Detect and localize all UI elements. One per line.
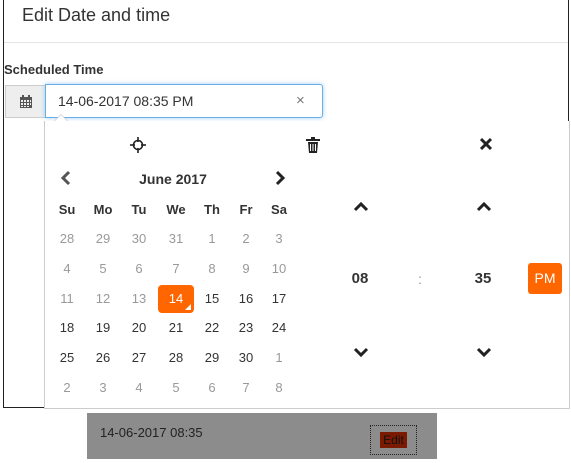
picker-pointer	[54, 114, 68, 121]
calendar-day[interactable]: 2	[228, 225, 264, 253]
increment-hour-button[interactable]	[351, 197, 371, 217]
calendar-day[interactable]: 5	[85, 255, 121, 283]
next-month-button[interactable]	[274, 170, 286, 191]
schedule-row-datetime: 14-06-2017 08:35	[100, 425, 203, 440]
crosshair-icon[interactable]	[130, 137, 146, 153]
scheduled-time-input[interactable]: 14-06-2017 08:35 PM	[45, 84, 323, 118]
calendar-day[interactable]: 26	[85, 344, 121, 372]
calendar-day[interactable]: 18	[49, 314, 85, 342]
modal-title: Edit Date and time	[22, 5, 171, 25]
weekday-header: Th	[204, 202, 220, 217]
edit-button[interactable]: Edit	[370, 425, 417, 455]
calendar-day[interactable]: 1	[194, 225, 230, 253]
calendar-day[interactable]: 21	[158, 314, 194, 342]
calendar-day[interactable]: 29	[194, 344, 230, 372]
calendar-day[interactable]: 9	[228, 255, 264, 283]
calendar-day[interactable]: 5	[158, 374, 194, 402]
calendar-day[interactable]: 20	[121, 314, 157, 342]
trash-icon[interactable]	[306, 137, 320, 153]
weekday-header: Mo	[93, 202, 113, 217]
calendar-day[interactable]: 15	[194, 285, 230, 313]
calendar-day[interactable]: 31	[158, 225, 194, 253]
calendar-day[interactable]: 8	[194, 255, 230, 283]
calendar-day[interactable]: 10	[261, 255, 297, 283]
calendar-day[interactable]: 19	[85, 314, 121, 342]
weekday-header: Fr	[239, 202, 253, 217]
calendar-day[interactable]: 17	[261, 285, 297, 313]
ampm-toggle-button[interactable]: PM	[528, 263, 562, 294]
calendar-day[interactable]: 11	[49, 285, 85, 313]
calendar-day[interactable]: 3	[261, 225, 297, 253]
calendar-day[interactable]: 4	[49, 255, 85, 283]
edit-button-label: Edit	[380, 432, 407, 448]
calendar-day[interactable]: 29	[85, 225, 121, 253]
calendar-day[interactable]: 25	[49, 344, 85, 372]
calendar-day[interactable]: 7	[158, 255, 194, 283]
weekday-header: We	[166, 202, 186, 217]
calendar-day[interactable]: 12	[85, 285, 121, 313]
calendar-day[interactable]: 23	[228, 314, 264, 342]
scheduled-time-label: Scheduled Time	[4, 62, 104, 77]
chevron-left-icon	[60, 170, 71, 186]
weekday-header: Tu	[131, 202, 147, 217]
calendar-day[interactable]: 6	[194, 374, 230, 402]
weekday-header: Sa	[271, 202, 287, 217]
clear-input-icon[interactable]: ×	[296, 92, 305, 109]
calendar-day[interactable]: 24	[261, 314, 297, 342]
modal-divider	[4, 42, 568, 43]
close-icon[interactable]	[479, 137, 493, 151]
calendar-day[interactable]: 28	[49, 225, 85, 253]
chevron-right-icon	[275, 170, 286, 186]
calendar-addon[interactable]	[5, 85, 46, 118]
calendar-day[interactable]: 7	[228, 374, 264, 402]
calendar-day[interactable]: 3	[85, 374, 121, 402]
calendar-day[interactable]: 27	[121, 344, 157, 372]
calendar-day[interactable]: 30	[228, 344, 264, 372]
time-separator: :	[418, 271, 422, 287]
calendar-day[interactable]: 4	[121, 374, 157, 402]
selected-day[interactable]: 14	[158, 285, 194, 313]
calendar-icon	[20, 94, 32, 108]
calendar-day[interactable]: 30	[121, 225, 157, 253]
minute-value[interactable]: 35	[463, 270, 503, 287]
calendar-day[interactable]: 16	[228, 285, 264, 313]
calendar-day[interactable]: 13	[121, 285, 157, 313]
weekday-header: Su	[58, 202, 76, 217]
decrement-minute-button[interactable]	[474, 342, 494, 362]
calendar-day[interactable]: 28	[158, 344, 194, 372]
calendar-day[interactable]: 22	[194, 314, 230, 342]
hour-value[interactable]: 08	[340, 270, 380, 287]
prev-month-button[interactable]	[60, 170, 72, 191]
decrement-hour-button[interactable]	[351, 342, 371, 362]
calendar-day[interactable]: 8	[261, 374, 297, 402]
calendar-day[interactable]: 1	[261, 344, 297, 372]
increment-minute-button[interactable]	[474, 197, 494, 217]
calendar-day[interactable]: 6	[121, 255, 157, 283]
calendar-day[interactable]: 2	[49, 374, 85, 402]
month-label[interactable]: June 2017	[113, 171, 233, 187]
